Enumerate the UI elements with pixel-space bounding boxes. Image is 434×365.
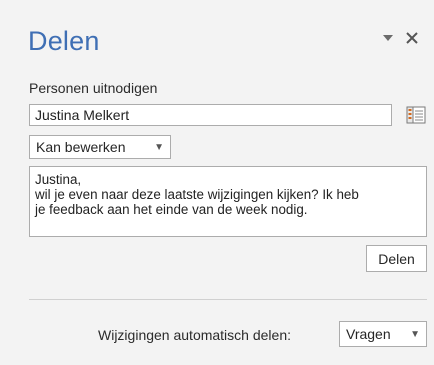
pane-title: Delen <box>28 26 100 56</box>
auto-share-selected-value: Vragen <box>346 326 391 342</box>
close-icon[interactable] <box>404 30 420 46</box>
pane-controls <box>380 30 420 46</box>
chevron-down-icon: ▼ <box>154 141 164 153</box>
chevron-down-icon: ▼ <box>410 328 420 340</box>
address-book-icon[interactable] <box>406 105 426 125</box>
share-button[interactable]: Delen <box>366 245 427 272</box>
divider <box>29 299 427 300</box>
message-textarea[interactable]: Justina, wil je even naar deze laatste w… <box>29 166 427 237</box>
invite-people-input[interactable] <box>29 104 392 126</box>
permission-dropdown[interactable]: Kan bewerken ▼ <box>29 135 171 159</box>
invite-label: Personen uitnodigen <box>29 80 158 96</box>
chevron-down-icon[interactable] <box>380 30 396 46</box>
share-pane: Delen Personen uitnodigen Kan bewerken ▼… <box>0 0 434 365</box>
permission-selected-value: Kan bewerken <box>36 139 126 155</box>
auto-share-label: Wijzigingen automatisch delen: <box>98 327 291 343</box>
auto-share-dropdown[interactable]: Vragen ▼ <box>339 321 427 347</box>
